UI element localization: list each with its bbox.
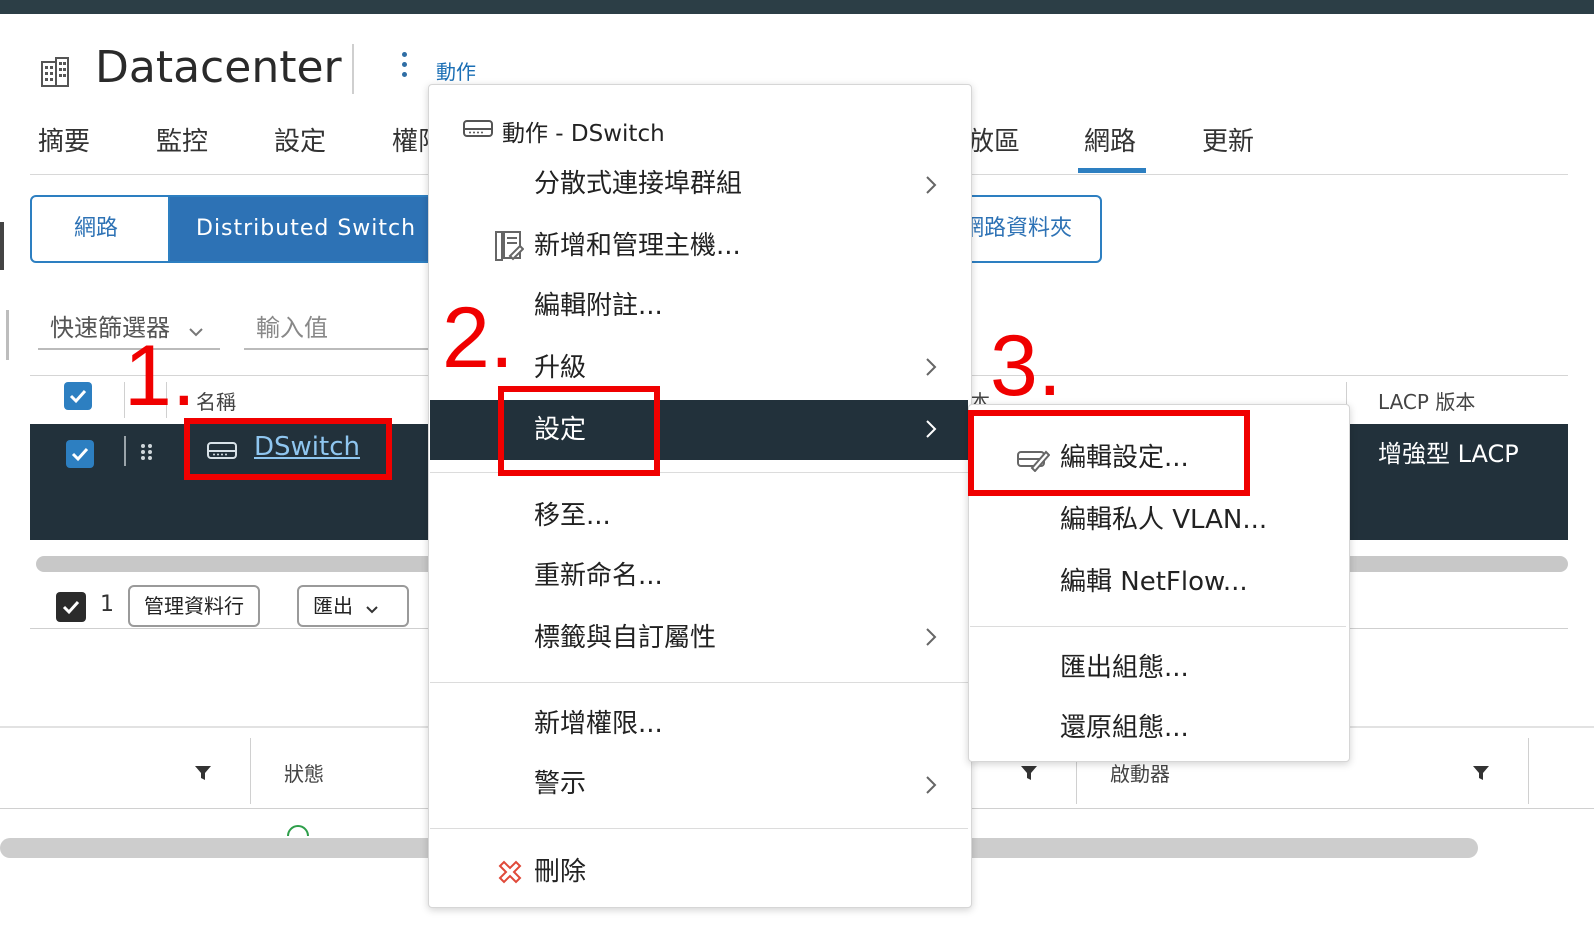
bottom-col-separator <box>1528 738 1529 804</box>
annotation-step3: 3. <box>990 318 1062 414</box>
sidebar-scroll-edge <box>6 310 9 360</box>
sidebar-edge <box>0 222 4 270</box>
export-button[interactable]: 匯出 <box>297 585 409 627</box>
top-app-bar <box>0 0 1594 14</box>
chevron-right-icon <box>924 356 938 378</box>
chevron-right-icon <box>924 174 938 196</box>
footer-checkbox[interactable] <box>56 592 86 622</box>
select-all-checkbox[interactable] <box>64 382 92 410</box>
manage-columns-button[interactable]: 管理資料行 <box>128 585 260 627</box>
filter-value-underline <box>244 348 428 350</box>
active-tab-indicator <box>1078 168 1146 173</box>
kebab-menu-icon[interactable] <box>398 52 410 86</box>
context-menu <box>428 84 972 908</box>
col-header-lacp[interactable]: LACP 版本 <box>1378 386 1475 415</box>
menu-divider <box>430 828 968 829</box>
subnav-distributed-switches[interactable]: Distributed Switch <box>196 197 416 261</box>
tab-updates[interactable]: 更新 <box>1202 124 1254 160</box>
manage-hosts-icon <box>494 230 525 266</box>
filter-funnel-icon[interactable] <box>194 764 212 782</box>
menu-divider <box>430 682 968 683</box>
switch-icon <box>462 116 494 144</box>
submenu-divider <box>970 626 1346 627</box>
tab-networks[interactable]: 網路 <box>1084 124 1136 160</box>
chevron-right-icon <box>924 626 938 648</box>
status-complete-icon <box>286 820 310 840</box>
chevron-right-icon <box>924 418 938 440</box>
drag-handle-icon[interactable] <box>140 442 154 466</box>
submenu-item-restore-config[interactable]: 還原組態... <box>1060 708 1189 748</box>
annotation-box-step3 <box>968 410 1250 496</box>
lacp-version-cell: 增強型 LACP <box>1378 440 1519 468</box>
subnav-networks[interactable]: 網路 <box>74 197 118 261</box>
header-divider <box>352 44 354 94</box>
annotation-box-step2 <box>498 386 660 476</box>
menu-item-add-permission[interactable]: 新增權限... <box>534 704 663 744</box>
selected-count: 1 <box>100 592 114 617</box>
tab-monitor[interactable]: 監控 <box>156 124 208 160</box>
menu-item-add-manage-hosts[interactable]: 新增和管理主機... <box>534 226 741 266</box>
submenu-item-export-config[interactable]: 匯出組態... <box>1060 648 1189 688</box>
submenu-item-edit-private-vlan[interactable]: 編輯私人 VLAN... <box>1060 500 1267 540</box>
col-header-name[interactable]: 名稱 <box>196 386 236 415</box>
row-separator <box>124 436 126 466</box>
tab-datastores[interactable]: 放區 <box>968 124 1020 160</box>
tab-summary[interactable]: 摘要 <box>38 124 90 160</box>
menu-item-rename[interactable]: 重新命名... <box>534 556 663 596</box>
context-menu-title: 動作 - DSwitch <box>502 121 665 147</box>
actions-menu-link[interactable]: 動作 <box>436 56 476 85</box>
filter-funnel-icon[interactable] <box>1472 764 1490 782</box>
chevron-right-icon <box>924 774 938 796</box>
menu-item-move-to[interactable]: 移至... <box>534 496 611 536</box>
submenu-item-edit-netflow[interactable]: 編輯 NetFlow... <box>1060 562 1248 602</box>
menu-item-distributed-port-groups[interactable]: 分散式連接埠群組 <box>534 164 742 204</box>
col-header-status[interactable]: 狀態 <box>284 758 324 787</box>
subnav-network-folders[interactable]: 網路資料夾 <box>962 197 1072 261</box>
filter-value-input[interactable]: 輸入值 <box>256 308 328 343</box>
datacenter-icon <box>40 56 70 88</box>
bottom-col-separator <box>250 738 251 804</box>
menu-item-alarms[interactable]: 警示 <box>534 764 586 804</box>
menu-item-tags-attributes[interactable]: 標籤與自訂屬性 <box>534 618 716 658</box>
col-header-initiator[interactable]: 啟動器 <box>1110 758 1170 787</box>
annotation-box-step1 <box>184 418 392 480</box>
menu-item-edit-notes[interactable]: 編輯附註... <box>534 286 663 326</box>
tab-configure[interactable]: 設定 <box>274 124 326 160</box>
menu-item-delete[interactable]: 刪除 <box>534 852 586 892</box>
row-checkbox[interactable] <box>66 440 94 468</box>
page-title: Datacenter <box>95 42 342 93</box>
annotation-step1: 1. <box>124 328 196 424</box>
annotation-step2: 2. <box>442 290 514 386</box>
delete-icon <box>496 858 524 890</box>
chevron-down-icon <box>365 589 379 627</box>
menu-item-upgrade[interactable]: 升級 <box>534 348 586 388</box>
filter-funnel-icon[interactable] <box>1020 764 1038 782</box>
